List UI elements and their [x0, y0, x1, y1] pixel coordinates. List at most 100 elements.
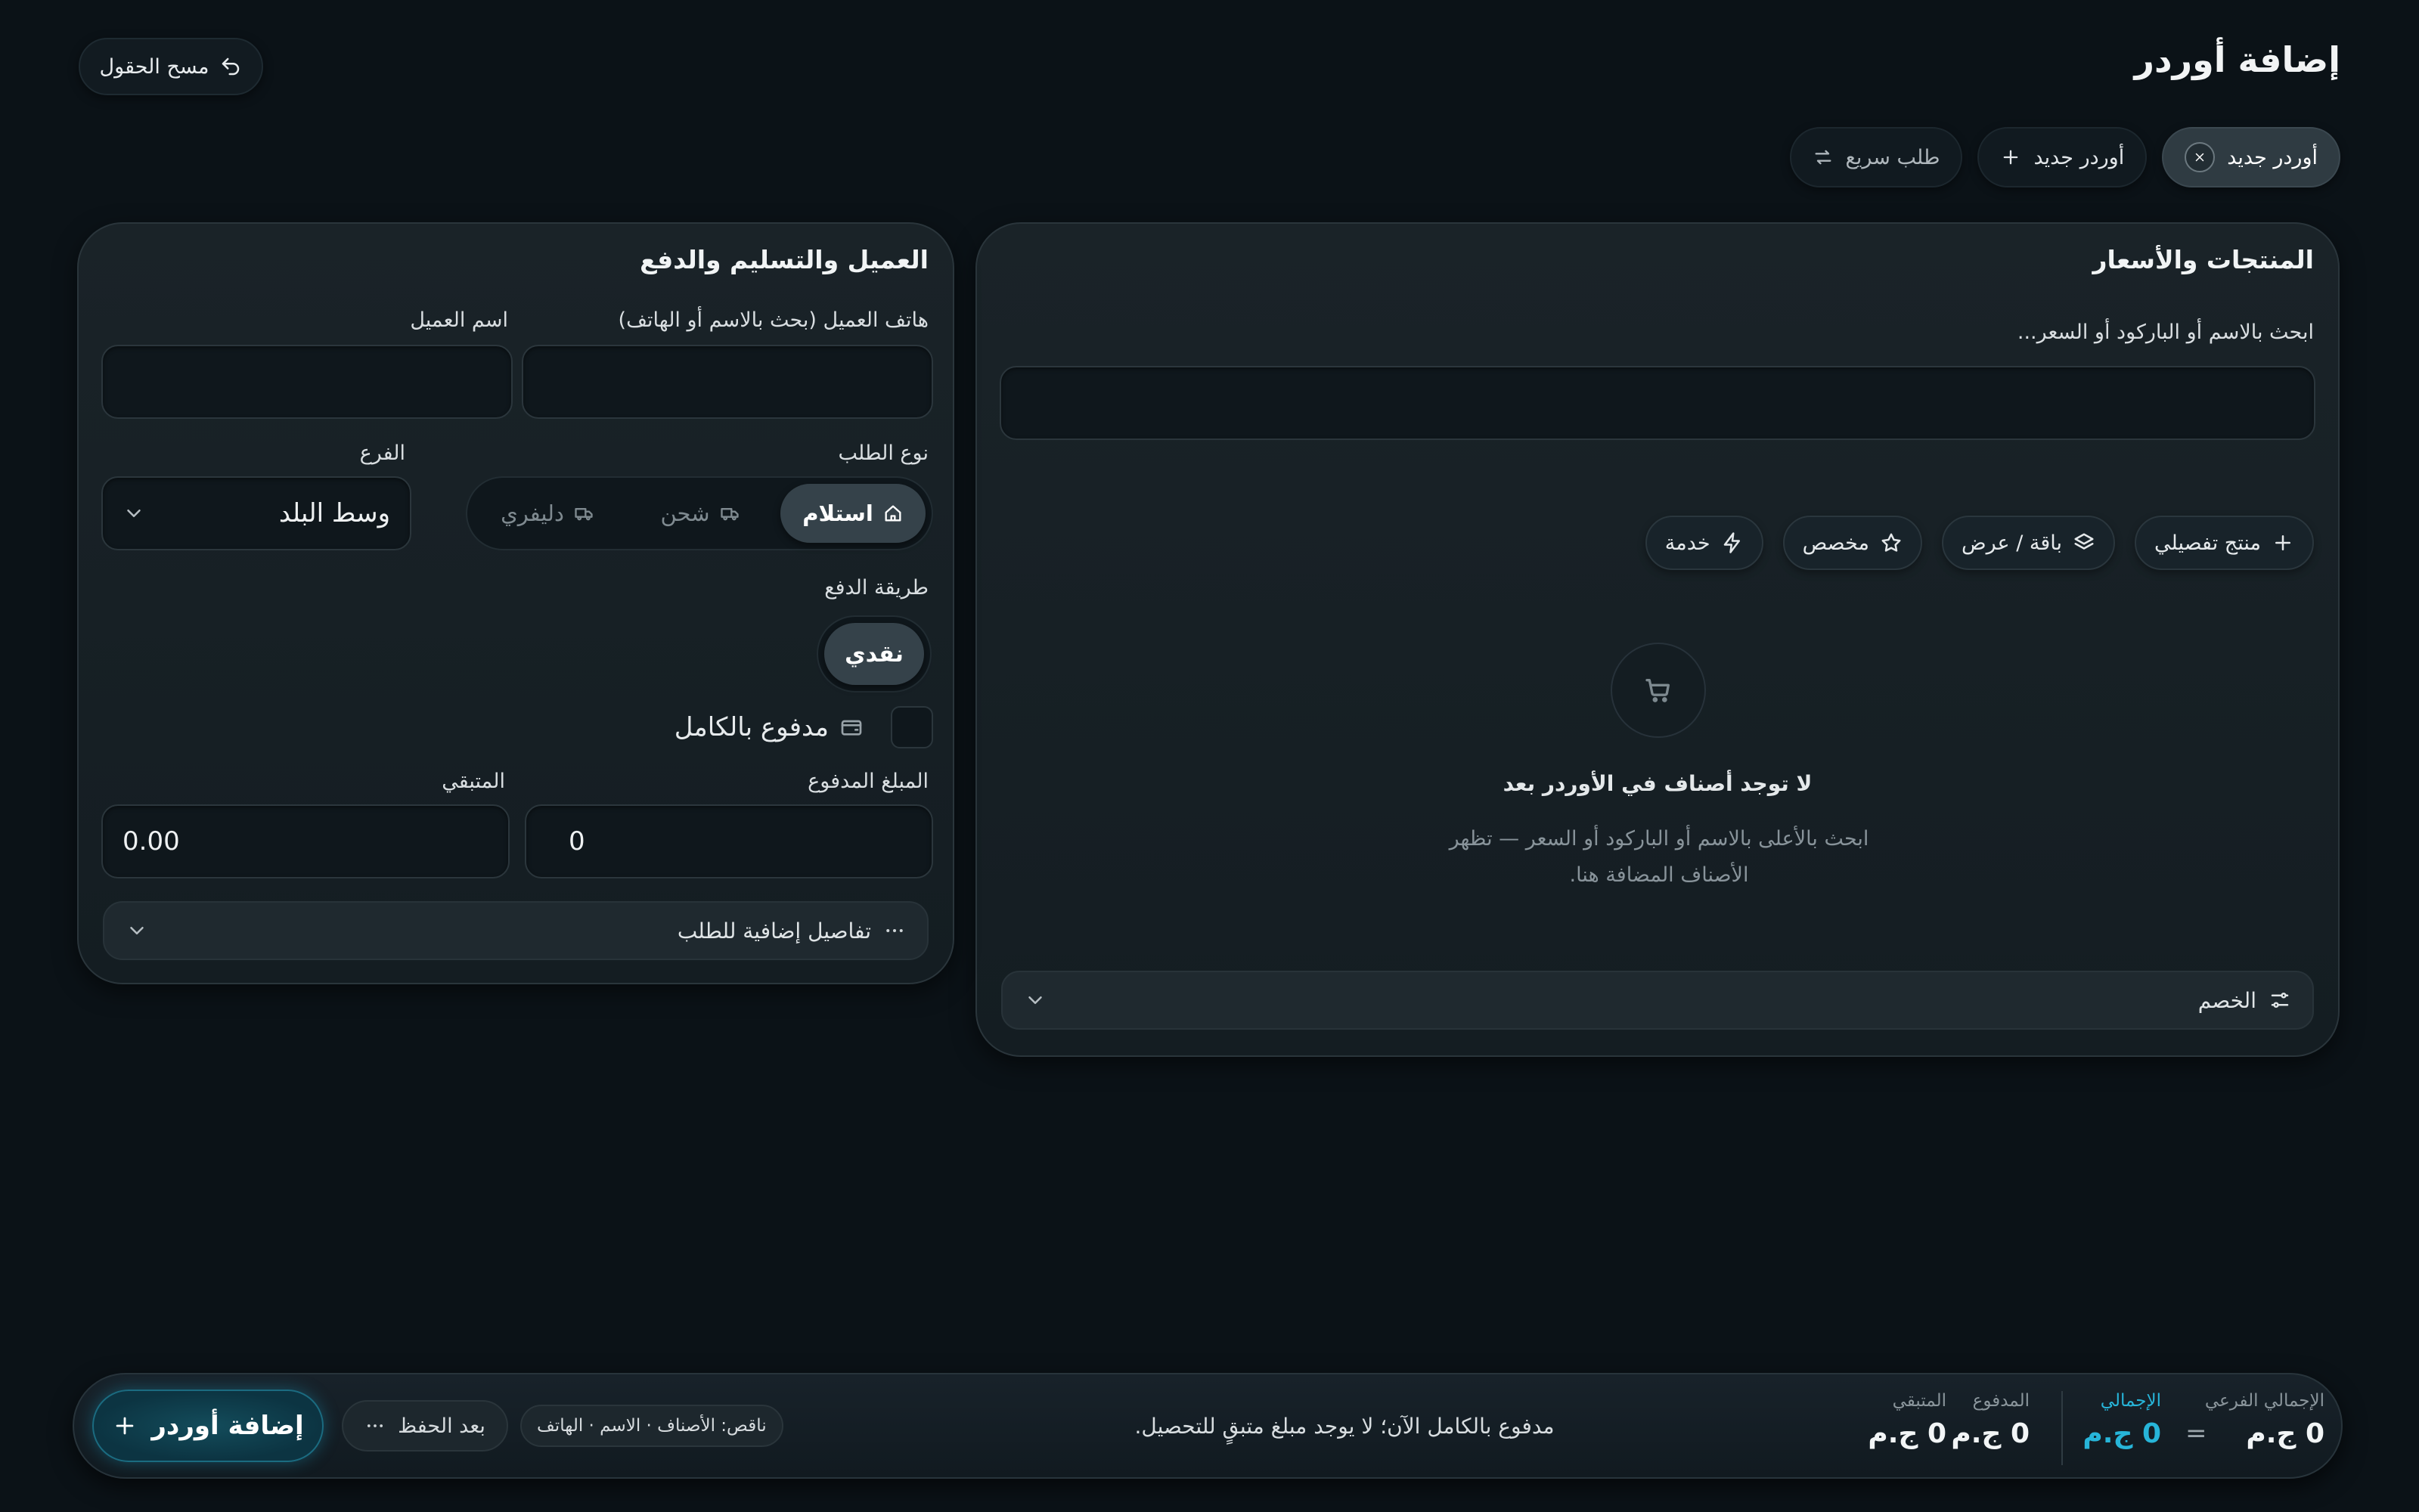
paid-full-label: مدفوع بالكامل: [674, 712, 829, 742]
star-icon: [1880, 531, 1903, 554]
discount-label: الخصم: [2197, 987, 2256, 1013]
sliders-icon: [2269, 989, 2291, 1012]
bundle-offer-chip[interactable]: باقة / عرض: [1942, 516, 2116, 570]
extra-details-header: تفاصيل إضافية للطلب: [678, 903, 906, 959]
page-title: إضافة أوردر: [2134, 39, 2340, 80]
branch-value: وسط البلد: [278, 498, 390, 528]
tab-quick-order[interactable]: طلب سريع: [1789, 127, 1963, 187]
customer-phone-label: هاتف العميل (بحث بالاسم أو الهاتف): [618, 308, 929, 332]
remaining-block: المتبقي 0 ج.م: [1868, 1391, 1946, 1449]
total-block: الإجمالي 0 ج.م: [2083, 1391, 2161, 1449]
extra-details-label: تفاصيل إضافية للطلب: [677, 918, 871, 943]
payment-status-message: مدفوع بالكامل الآن؛ لا يوجد مبلغ متبقٍ ل…: [1134, 1413, 1555, 1439]
order-type-label-delivery: دليفري: [501, 500, 564, 526]
chip-label: خدمة: [1664, 531, 1710, 555]
remaining-label: المتبقي: [442, 770, 505, 793]
payment-method-selector: نقدي: [817, 615, 932, 692]
chevron-down-icon[interactable]: [126, 919, 148, 942]
tab-label: أوردر جديد: [2033, 145, 2125, 169]
order-summary-bar: الإجمالي الفرعي 0 ج.م = الإجمالي 0 ج.م ا…: [73, 1373, 2343, 1479]
missing-fields-badge: ناقص: الأصناف · الاسم · الهاتف: [520, 1405, 783, 1447]
customer-phone-text[interactable]: [541, 367, 913, 397]
product-search-text[interactable]: [1022, 388, 2293, 418]
cart-icon: [1643, 675, 1673, 705]
customer-panel: العميل والتسليم والدفع هاتف العميل (بحث …: [77, 222, 954, 984]
products-title: المنتجات والأسعار: [2092, 245, 2314, 274]
discount-header: الخصم: [2198, 972, 2291, 1028]
chevron-down-icon: [123, 502, 145, 525]
total-label: الإجمالي: [2100, 1391, 2161, 1411]
branch-label: الفرع: [359, 442, 405, 465]
truck-icon: [573, 503, 594, 524]
divider: [2061, 1391, 2063, 1465]
remaining-value: 0.00: [123, 826, 180, 857]
paid-amount-label: المبلغ المدفوع: [808, 770, 929, 793]
discount-section[interactable]: الخصم: [1001, 971, 2314, 1030]
service-chip[interactable]: خدمة: [1645, 516, 1763, 570]
detailed-product-chip[interactable]: منتج تفصيلي: [2135, 516, 2314, 570]
equals-sign: =: [2185, 1418, 2207, 1448]
product-search-label: ابحث بالاسم أو الباركود أو السعر...: [2017, 321, 2314, 344]
clear-fields-label: مسح الحقول: [99, 54, 209, 79]
paid-full-checkbox[interactable]: [891, 706, 933, 748]
payment-cash-option[interactable]: نقدي: [824, 623, 924, 685]
remaining-footer-label: المتبقي: [1892, 1391, 1946, 1411]
chip-label: منتج تفصيلي: [2154, 531, 2261, 555]
custom-chip[interactable]: مخصص: [1782, 516, 1922, 570]
unsaved-status[interactable]: بعد الحفظ: [342, 1400, 508, 1452]
paid-value: 0 ج.م: [1951, 1418, 2030, 1449]
order-type-pickup[interactable]: استلام: [780, 484, 926, 543]
order-type-shipping[interactable]: شحن: [628, 484, 773, 543]
chevron-down-icon[interactable]: [1024, 989, 1047, 1012]
tab-label: أوردر جديد: [2227, 145, 2318, 169]
paid-amount-input[interactable]: [525, 804, 933, 878]
empty-state-description: ابحث بالأعلى بالاسم أو الباركود أو السعر…: [1449, 827, 1869, 887]
order-type-label-pickup: استلام: [802, 500, 873, 526]
tab-new-order-add[interactable]: أوردر جديد: [1977, 127, 2148, 187]
remaining-footer-value: 0 ج.م: [1868, 1418, 1946, 1449]
paid-full-row: مدفوع بالكامل: [675, 708, 864, 747]
payment-method-label: طريقة الدفع: [824, 576, 929, 600]
customer-phone-input[interactable]: [522, 345, 933, 419]
wallet-icon: [839, 715, 864, 739]
add-order-button[interactable]: إضافة أوردر: [92, 1390, 324, 1462]
chip-label: مخصص: [1802, 531, 1869, 555]
close-icon[interactable]: [2185, 142, 2216, 172]
unsaved-label: بعد الحفظ: [398, 1414, 485, 1438]
total-value: 0 ج.م: [2083, 1418, 2161, 1449]
home-icon: [882, 503, 904, 524]
remaining-input: 0.00: [101, 804, 510, 878]
product-search-input[interactable]: [1000, 366, 2315, 440]
clear-fields-button[interactable]: مسح الحقول: [79, 38, 263, 95]
subtotal-label: الإجمالي الفرعي: [2204, 1391, 2324, 1411]
customer-title: العميل والتسليم والدفع: [640, 245, 929, 274]
subtotal-value: 0 ج.م: [2246, 1418, 2324, 1449]
customer-name-label: اسم العميل: [410, 308, 508, 332]
add-order-label: إضافة أوردر: [151, 1411, 304, 1441]
tab-new-order-active[interactable]: أوردر جديد: [2162, 127, 2340, 187]
paid-label: المدفوع: [1972, 1391, 2030, 1411]
empty-cart: [1611, 643, 1706, 738]
tab-label: طلب سريع: [1845, 145, 1940, 169]
chip-label: باقة / عرض: [1962, 531, 2063, 555]
branch-select[interactable]: وسط البلد: [101, 476, 411, 550]
paid-block: المدفوع 0 ج.م: [1951, 1391, 2030, 1449]
order-type-label: نوع الطلب: [838, 442, 929, 465]
extra-details-section[interactable]: تفاصيل إضافية للطلب: [103, 901, 929, 960]
paid-amount-text[interactable]: [569, 826, 889, 857]
order-type-selector: استلام شحن دليفري: [466, 476, 933, 550]
product-type-chips: منتج تفصيلي باقة / عرض مخصص خدمة: [1645, 516, 2314, 570]
plus-icon: [2272, 531, 2294, 554]
subtotal-block: الإجمالي الفرعي 0 ج.م: [2205, 1391, 2324, 1449]
order-type-delivery[interactable]: دليفري: [473, 484, 622, 543]
customer-name-input[interactable]: [101, 345, 513, 419]
customer-name-text[interactable]: [121, 367, 493, 397]
bolt-icon: [1721, 531, 1744, 554]
order-type-label-shipping: شحن: [660, 500, 710, 526]
more-dots-icon: [364, 1415, 386, 1436]
products-panel: المنتجات والأسعار ابحث بالاسم أو الباركو…: [975, 222, 2340, 1057]
plus-icon: [112, 1413, 138, 1439]
more-dots-icon: [883, 919, 906, 942]
layers-icon: [2073, 531, 2095, 554]
truck-icon: [719, 503, 740, 524]
